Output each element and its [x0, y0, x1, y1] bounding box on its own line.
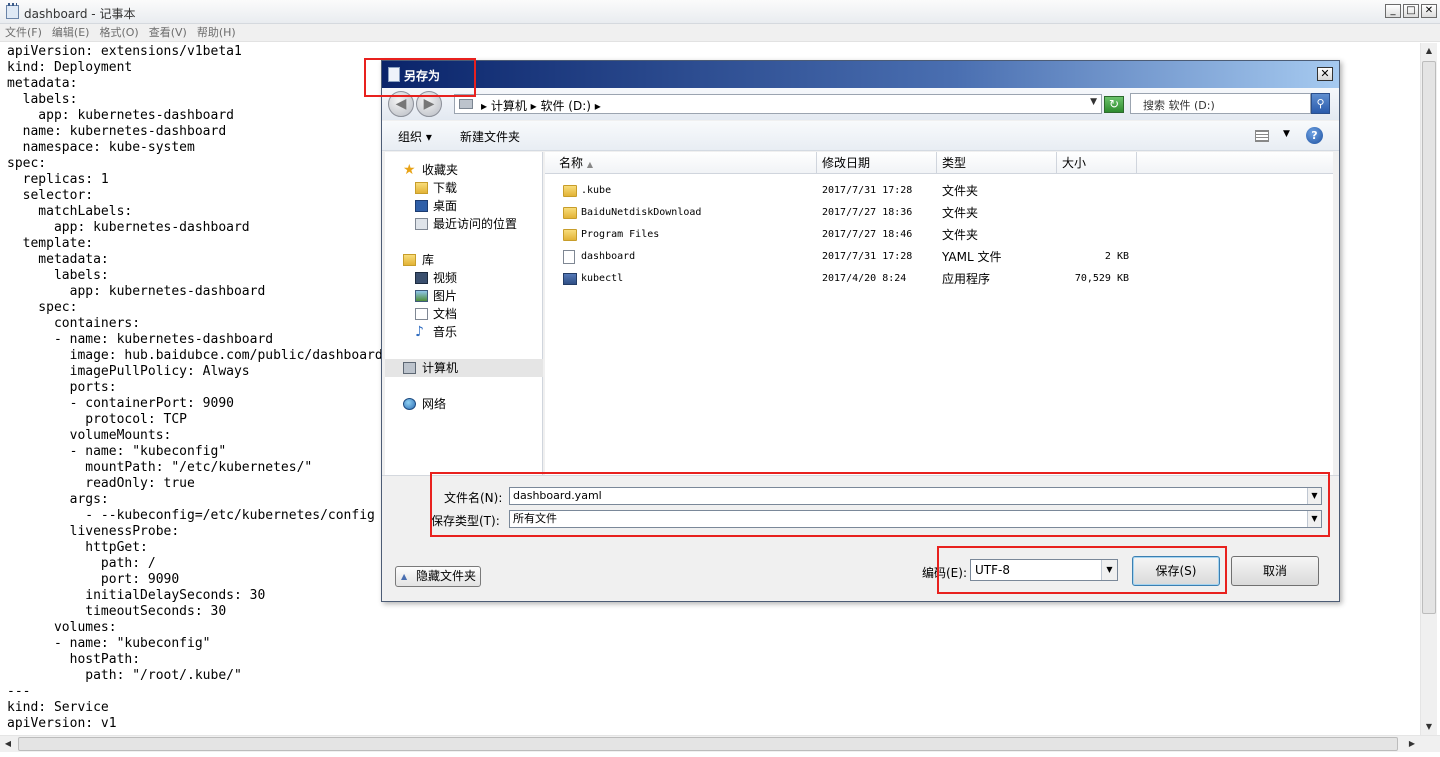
- organize-button[interactable]: 组织 ▾: [398, 128, 432, 145]
- nav-video[interactable]: 视频: [385, 269, 543, 287]
- picture-icon: [415, 290, 428, 302]
- column-date[interactable]: 修改日期: [817, 152, 937, 174]
- video-icon: [415, 272, 428, 284]
- nav-favorites[interactable]: ★ 收藏夹: [385, 161, 543, 179]
- search-icon[interactable]: ⚲: [1311, 93, 1330, 114]
- download-folder-icon: [415, 182, 428, 194]
- yaml-file-icon: [563, 250, 575, 264]
- horizontal-scrollbar[interactable]: ◀ ▶: [0, 735, 1440, 752]
- maximize-icon[interactable]: □: [1403, 4, 1419, 18]
- address-row: ◀ ▶ ▸ 计算机 ▸ 软件 (D:) ▸ ▼ ↻ 搜索 软件 (D:) ⚲: [382, 88, 1339, 120]
- cancel-button[interactable]: 取消: [1231, 556, 1319, 586]
- scroll-left-icon[interactable]: ◀: [0, 736, 16, 752]
- menu-format[interactable]: 格式(O): [94, 24, 143, 41]
- new-folder-button[interactable]: 新建文件夹: [460, 128, 520, 145]
- annotation-box-encoding: [937, 546, 1227, 594]
- nav-library[interactable]: 库: [385, 251, 543, 269]
- nav-computer[interactable]: 计算机: [385, 359, 543, 377]
- folder-icon: [563, 229, 577, 241]
- search-input[interactable]: 搜索 软件 (D:): [1130, 93, 1311, 114]
- nav-music[interactable]: ♪ 音乐: [385, 323, 543, 341]
- nav-recent[interactable]: 最近访问的位置: [385, 215, 543, 233]
- library-icon: [403, 254, 416, 266]
- scroll-right-icon[interactable]: ▶: [1404, 736, 1420, 752]
- star-icon: ★: [403, 162, 416, 178]
- scroll-thumb[interactable]: [1422, 61, 1436, 614]
- annotation-box-fields: [430, 472, 1330, 537]
- recent-places-icon: [415, 218, 428, 230]
- notepad-icon: [6, 3, 19, 19]
- help-icon[interactable]: ?: [1306, 127, 1323, 144]
- nav-documents[interactable]: 文档: [385, 305, 543, 323]
- file-row[interactable]: Program Files 2017/7/27 18:46 文件夹: [545, 224, 1336, 246]
- menu-view[interactable]: 查看(V): [144, 24, 192, 41]
- chevron-down-icon[interactable]: ▼: [1283, 129, 1290, 139]
- folder-icon: [563, 207, 577, 219]
- sort-ascending-icon: ▲: [586, 160, 593, 169]
- computer-icon: [459, 99, 473, 109]
- menu-bar: 文件(F) 编辑(E) 格式(O) 查看(V) 帮助(H): [0, 24, 1440, 42]
- hscroll-thumb[interactable]: [18, 737, 1398, 751]
- menu-help[interactable]: 帮助(H): [192, 24, 241, 41]
- dialog-title-bar: 另存为 ✕: [382, 61, 1339, 88]
- vertical-scrollbar[interactable]: ▲ ▼: [1420, 43, 1437, 735]
- music-icon: ♪: [415, 324, 424, 340]
- chevron-down-icon[interactable]: ▼: [1090, 97, 1097, 107]
- file-list-scrollbar[interactable]: [1333, 152, 1336, 475]
- close-icon[interactable]: ✕: [1317, 67, 1333, 81]
- menu-file[interactable]: 文件(F): [0, 24, 47, 41]
- annotation-box-title: [364, 58, 476, 97]
- scroll-up-icon[interactable]: ▲: [1421, 43, 1437, 59]
- file-row[interactable]: kubectl 2017/4/20 8:24 应用程序 70,529 KB: [545, 268, 1336, 290]
- nav-desktop[interactable]: 桌面: [385, 197, 543, 215]
- network-icon: [403, 398, 416, 410]
- file-row[interactable]: BaiduNetdiskDownload 2017/7/27 18:36 文件夹: [545, 202, 1336, 224]
- view-options-icon[interactable]: [1255, 130, 1269, 142]
- notepad-title-bar: dashboard - 记事本 _ □ ✕: [0, 0, 1440, 24]
- folder-icon: [563, 185, 577, 197]
- navigation-pane: ★ 收藏夹 下载 桌面 最近访问的位置 库 视频 图片 文档 ♪ 音乐 计算机 …: [385, 152, 543, 475]
- column-name[interactable]: 名称 ▲: [545, 152, 817, 174]
- window-title: dashboard - 记事本: [24, 7, 136, 21]
- address-bar[interactable]: ▸ 计算机 ▸ 软件 (D:) ▸ ▼: [454, 94, 1102, 114]
- refresh-icon[interactable]: ↻: [1104, 96, 1124, 113]
- nav-network[interactable]: 网络: [385, 395, 543, 413]
- hide-folders-button[interactable]: 隐藏文件夹: [395, 566, 481, 587]
- file-row[interactable]: .kube 2017/7/31 17:28 文件夹: [545, 180, 1336, 202]
- application-icon: [563, 273, 577, 285]
- toolbar: 组织 ▾ 新建文件夹 ▼ ?: [382, 121, 1339, 151]
- window-controls: _ □ ✕: [1385, 4, 1437, 18]
- column-type[interactable]: 类型: [937, 152, 1057, 174]
- minimize-icon[interactable]: _: [1385, 4, 1401, 18]
- file-row[interactable]: dashboard 2017/7/31 17:28 YAML 文件 2 KB: [545, 246, 1336, 268]
- computer-icon: [403, 362, 416, 374]
- column-size[interactable]: 大小: [1057, 152, 1137, 174]
- menu-edit[interactable]: 编辑(E): [47, 24, 95, 41]
- document-icon: [415, 308, 428, 320]
- nav-pictures[interactable]: 图片: [385, 287, 543, 305]
- breadcrumb[interactable]: ▸ 计算机 ▸ 软件 (D:) ▸: [481, 97, 601, 114]
- scroll-down-icon[interactable]: ▼: [1421, 719, 1437, 735]
- file-list: 名称 ▲ 修改日期 类型 大小 .kube 2017/7/31 17:28 文件…: [545, 152, 1336, 475]
- nav-downloads[interactable]: 下载: [385, 179, 543, 197]
- desktop-icon: [415, 200, 428, 212]
- column-empty: [1137, 152, 1336, 174]
- close-icon[interactable]: ✕: [1421, 4, 1437, 18]
